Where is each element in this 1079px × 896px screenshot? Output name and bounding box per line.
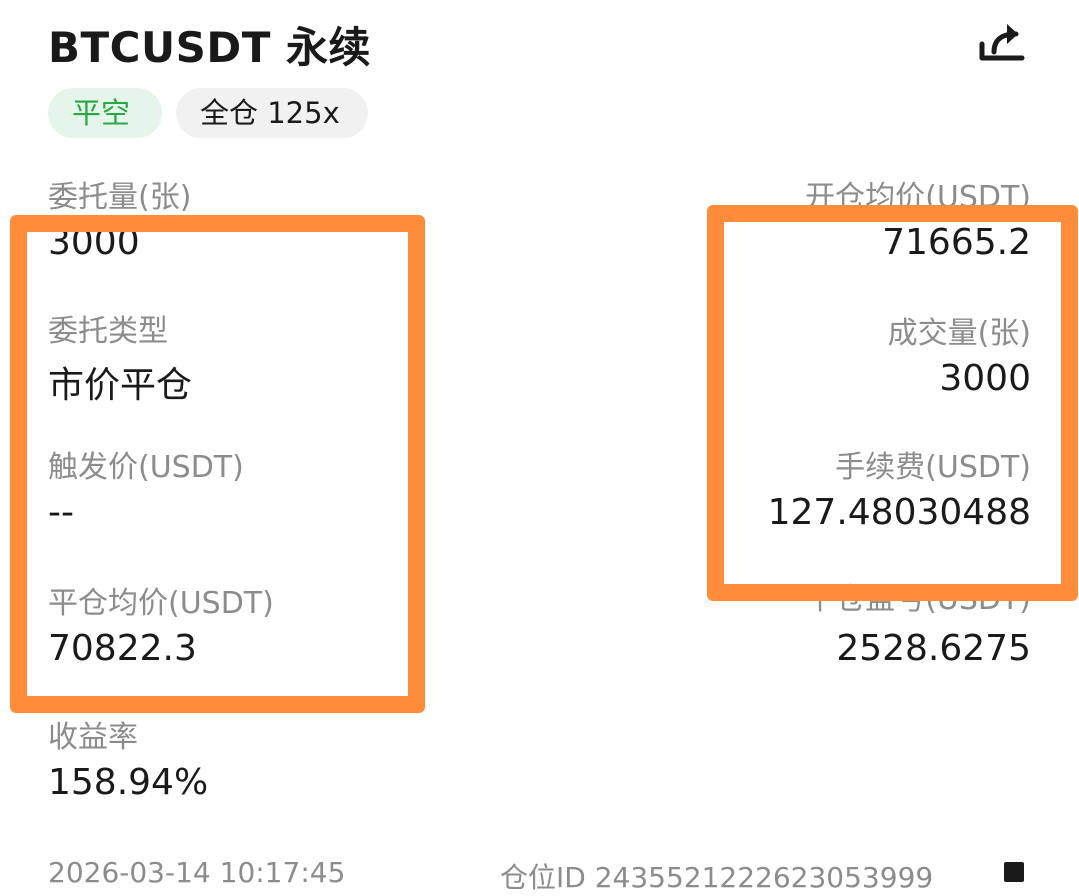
left-highlight-box [10, 215, 425, 713]
share-button[interactable] [976, 18, 1028, 66]
right-highlight-box [707, 205, 1078, 601]
page-title: BTCUSDT 永续 [48, 23, 371, 72]
margin-mode-tag: 全仓 125x [176, 88, 368, 138]
close-pnl-value: 2528.6275 [836, 628, 1031, 669]
copy-icon[interactable] [1004, 862, 1024, 882]
order-qty-label: 委托量(张) [48, 180, 192, 215]
roi-value: 158.94% [48, 762, 209, 803]
share-icon [979, 24, 1025, 61]
roi-label: 收益率 [48, 720, 138, 755]
position-id: 仓位ID 2435521222623053999 [500, 861, 934, 894]
side-tag: 平空 [48, 88, 162, 138]
order-time: 2026-03-14 10:17:45 [48, 856, 346, 889]
